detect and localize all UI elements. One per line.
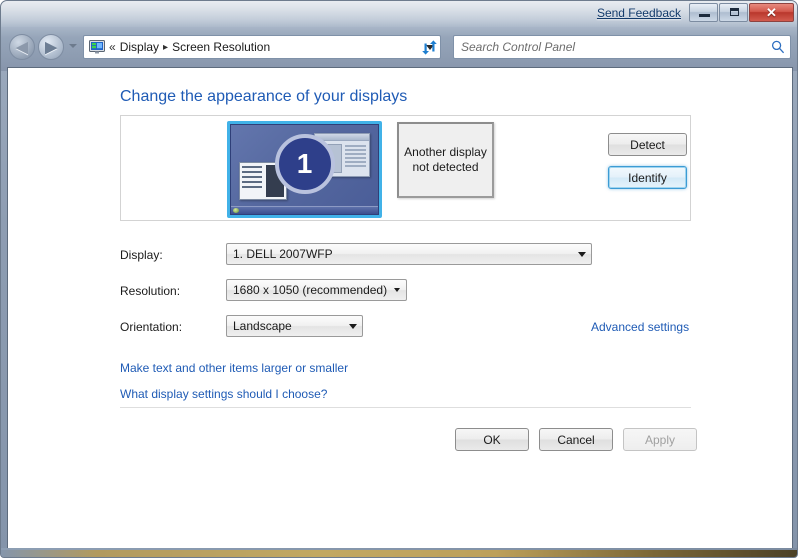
apply-button: Apply bbox=[623, 428, 697, 451]
display-preview-panel: 1 Another display not detected Detect Id… bbox=[120, 115, 691, 221]
window-bottom-border bbox=[1, 548, 797, 557]
no-display-line-2: not detected bbox=[412, 160, 479, 174]
window-controls: ✕ bbox=[689, 3, 794, 22]
advanced-settings-link[interactable]: Advanced settings bbox=[591, 320, 689, 334]
display-dropdown-value: 1. DELL 2007WFP bbox=[233, 247, 333, 261]
breadcrumb: « Display ▸ Screen Resolution bbox=[109, 40, 420, 54]
start-orb-icon bbox=[233, 208, 239, 213]
ok-button[interactable]: OK bbox=[455, 428, 529, 451]
breadcrumb-separator-icon: ▸ bbox=[163, 41, 169, 53]
orientation-label: Orientation: bbox=[120, 320, 183, 334]
breadcrumb-overflow-icon[interactable]: « bbox=[109, 40, 116, 54]
forward-arrow-icon: ▶ bbox=[45, 38, 57, 56]
make-text-larger-link[interactable]: Make text and other items larger or smal… bbox=[120, 361, 348, 375]
footer-divider bbox=[120, 407, 691, 408]
minimize-icon bbox=[699, 14, 710, 17]
recent-pages-chevron-icon[interactable] bbox=[69, 44, 77, 48]
cancel-button[interactable]: Cancel bbox=[539, 428, 613, 451]
no-display-line-1: Another display bbox=[404, 145, 487, 159]
back-button[interactable]: ◀ bbox=[9, 34, 35, 60]
close-button[interactable]: ✕ bbox=[749, 3, 794, 22]
monitor-desktop: 1 bbox=[230, 124, 379, 215]
monitor-number-badge: 1 bbox=[274, 134, 335, 195]
refresh-button[interactable] bbox=[417, 35, 441, 59]
resolution-dropdown[interactable]: 1680 x 1050 (recommended) bbox=[226, 279, 407, 301]
detect-button[interactable]: Detect bbox=[608, 133, 687, 156]
back-arrow-icon: ◀ bbox=[16, 38, 28, 56]
breadcrumb-item-display[interactable]: Display bbox=[120, 40, 159, 54]
dialog-buttons: OK Cancel Apply bbox=[455, 428, 697, 451]
screen-resolution-window: Send Feedback ✕ ◀ ▶ « Display ▸ Screen R… bbox=[0, 0, 798, 558]
close-icon: ✕ bbox=[766, 5, 777, 20]
maximize-icon bbox=[730, 8, 739, 16]
display-dropdown[interactable]: 1. DELL 2007WFP bbox=[226, 243, 592, 265]
send-feedback-link[interactable]: Send Feedback bbox=[597, 6, 681, 20]
maximize-button[interactable] bbox=[719, 3, 748, 22]
forward-button[interactable]: ▶ bbox=[38, 34, 64, 60]
page-title: Change the appearance of your displays bbox=[120, 88, 408, 105]
monitor-preview-1[interactable]: 1 bbox=[227, 121, 382, 218]
desktop-taskbar bbox=[231, 206, 378, 214]
orientation-dropdown-value: Landscape bbox=[233, 319, 292, 333]
refresh-icon bbox=[421, 39, 437, 55]
breadcrumb-item-screen-resolution[interactable]: Screen Resolution bbox=[172, 40, 270, 54]
minimize-button[interactable] bbox=[689, 3, 718, 22]
resolution-dropdown-value: 1680 x 1050 (recommended) bbox=[233, 283, 388, 297]
navigation-bar: ◀ ▶ « Display ▸ Screen Resolution Search… bbox=[1, 31, 797, 65]
orientation-dropdown[interactable]: Landscape bbox=[226, 315, 363, 337]
title-bar: Send Feedback ✕ bbox=[1, 1, 797, 29]
identify-button[interactable]: Identify bbox=[608, 166, 687, 189]
chevron-down-icon bbox=[573, 251, 591, 257]
chevron-down-icon bbox=[344, 323, 362, 329]
search-input[interactable]: Search Control Panel bbox=[454, 40, 766, 54]
resolution-label: Resolution: bbox=[120, 284, 181, 298]
search-icon[interactable] bbox=[766, 40, 790, 54]
display-monitor-icon bbox=[89, 40, 105, 54]
what-display-settings-link[interactable]: What display settings should I choose? bbox=[120, 387, 327, 401]
chevron-down-icon bbox=[388, 288, 406, 292]
address-bar[interactable]: « Display ▸ Screen Resolution bbox=[83, 35, 441, 59]
search-box[interactable]: Search Control Panel bbox=[453, 35, 791, 59]
no-display-placeholder[interactable]: Another display not detected bbox=[397, 122, 494, 198]
content-area: Change the appearance of your displays 1… bbox=[7, 67, 793, 551]
display-label: Display: bbox=[120, 248, 163, 262]
